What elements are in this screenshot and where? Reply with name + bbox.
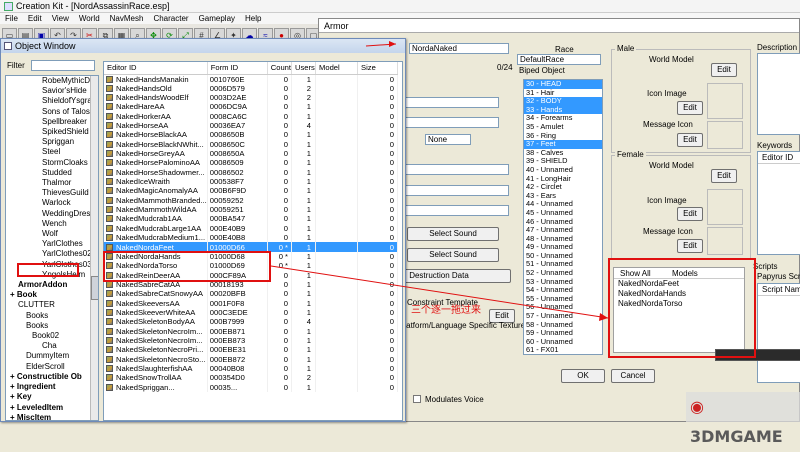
watermark-text: 3DMGAME — [690, 427, 783, 446]
drag-arrow — [270, 41, 609, 321]
drag-arrow-line — [270, 265, 609, 319]
editor-id-pointer-head — [389, 41, 396, 47]
drag-arrow-head — [599, 313, 608, 321]
watermark-logo-icon: ◉ — [690, 397, 704, 416]
watermark: ◉ 3DMGAME — [686, 392, 800, 446]
